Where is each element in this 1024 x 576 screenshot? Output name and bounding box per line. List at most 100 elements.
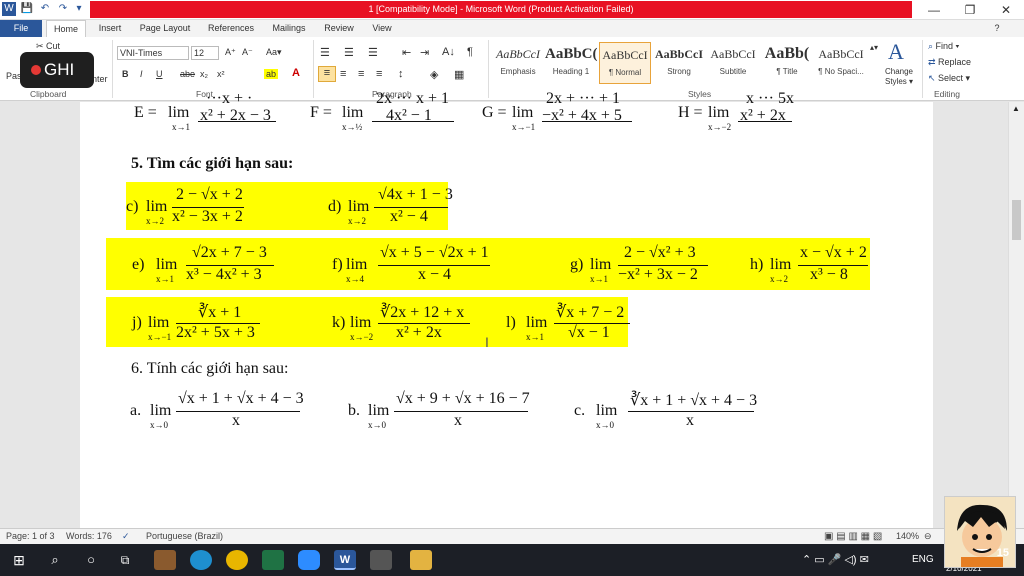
word-taskbar-icon[interactable]: W: [334, 550, 356, 570]
ribbon-tabs: File Home Insert Page Layout References …: [0, 20, 1024, 37]
borders-icon[interactable]: ▦: [454, 68, 464, 81]
chrome-browser-icon[interactable]: [226, 550, 248, 570]
clipboard-label: Clipboard: [30, 89, 67, 99]
tab-file[interactable]: File: [0, 20, 42, 37]
align-center-icon[interactable]: ≡: [340, 68, 346, 80]
presenter-avatar: 15: [944, 496, 1016, 568]
italic-button[interactable]: I: [140, 69, 143, 79]
save-icon[interactable]: 💾: [20, 2, 34, 16]
style-no-spacing[interactable]: AaBbCcI ¶ No Spaci...: [815, 42, 867, 84]
file-explorer-icon[interactable]: [410, 550, 432, 570]
cortana-icon[interactable]: ○: [80, 550, 102, 570]
styles-label: Styles: [688, 89, 712, 99]
font-color-icon[interactable]: A: [292, 67, 300, 79]
customize-qat-icon[interactable]: ▾: [72, 2, 86, 16]
sort-icon[interactable]: A↓: [442, 46, 455, 58]
tab-page-layout[interactable]: Page Layout: [136, 20, 194, 37]
zoom-out-icon[interactable]: ⊖: [924, 531, 932, 542]
change-case-button[interactable]: Aa▾: [266, 47, 282, 58]
style-heading-1[interactable]: AaBbC(Heading 1: [545, 42, 597, 84]
justify-icon[interactable]: ≡: [376, 68, 382, 80]
style-emphasis[interactable]: AaBbCcI Emphasis: [492, 42, 544, 84]
shading-icon[interactable]: ◈: [430, 68, 438, 81]
section-6-heading: 6. Tính các giới hạn sau:: [131, 360, 289, 377]
decrease-indent-icon[interactable]: ⇤: [402, 46, 411, 59]
underline-button[interactable]: U: [156, 69, 163, 79]
superscript-button[interactable]: x²: [217, 69, 225, 79]
style-normal[interactable]: AaBbCcI ¶ Normal: [599, 42, 651, 84]
tab-insert[interactable]: Insert: [94, 20, 126, 37]
style-strong[interactable]: AaBbCcI Strong: [653, 42, 705, 84]
view-buttons[interactable]: ▣ ▤ ▥ ▦ ▧: [824, 531, 882, 542]
windows-start-icon[interactable]: ⊞: [8, 550, 30, 570]
redo-icon[interactable]: ↷: [56, 2, 70, 16]
excel-app-icon[interactable]: [262, 550, 284, 570]
ribbon: ✂ Cut Pas nter Clipboard VNI-Times 12 A⁺…: [0, 37, 1024, 101]
photos-app-icon[interactable]: [154, 550, 176, 570]
change-styles-button[interactable]: Change Styles ▾: [880, 67, 918, 87]
text-cursor-icon: I: [485, 334, 489, 350]
zoom-app-icon[interactable]: [298, 550, 320, 570]
numbering-icon[interactable]: ☰: [344, 46, 354, 59]
document-page[interactable]: E = lim x→1 ···x + · x² + 2x − 3 F = lim x…: [80, 90, 933, 528]
select-button[interactable]: ↖ Select ▾: [928, 73, 970, 84]
tab-references[interactable]: References: [202, 20, 260, 37]
shrink-font-button[interactable]: A⁻: [242, 47, 253, 58]
font-size-select[interactable]: 12: [191, 46, 219, 60]
close-button[interactable]: ✕: [988, 0, 1024, 20]
vertical-scrollbar[interactable]: ▲: [1008, 102, 1024, 528]
title-bar: W 💾 ↶ ↷ ▾ 1 [Compatibility Mode] - Micro…: [0, 0, 1024, 20]
style-subtitle[interactable]: AaBbCcI Subtitle: [707, 42, 759, 84]
highlight-color-icon[interactable]: ab: [264, 69, 279, 79]
proofing-icon[interactable]: ✓: [122, 531, 130, 542]
format-painter-button[interactable]: nter: [92, 74, 108, 84]
scroll-thumb[interactable]: [1012, 200, 1021, 240]
recording-indicator[interactable]: GHI: [20, 52, 94, 88]
search-icon[interactable]: ⌕: [44, 550, 66, 570]
document-area: E = lim x→1 ···x + · x² + 2x − 3 F = lim x…: [0, 90, 1024, 528]
zoom-level[interactable]: 140%: [896, 531, 919, 541]
paint-app-icon[interactable]: [370, 550, 392, 570]
minimize-button[interactable]: —: [916, 0, 952, 20]
jersey-number: 15: [996, 547, 1009, 559]
tab-mailings[interactable]: Mailings: [266, 20, 312, 37]
style-title[interactable]: AaBb(¶ Title: [761, 42, 813, 84]
align-right-icon[interactable]: ≡: [358, 68, 364, 80]
line-spacing-icon[interactable]: ↕: [398, 68, 404, 80]
task-view-icon[interactable]: ⧉: [114, 550, 136, 570]
multilevel-list-icon[interactable]: ☰: [368, 46, 378, 59]
grow-font-button[interactable]: A⁺: [225, 47, 236, 58]
input-language[interactable]: ENG: [912, 550, 942, 570]
window-title: 1 [Compatibility Mode] - Microsoft Word …: [90, 1, 912, 18]
replace-button[interactable]: ⇄ Replace: [928, 57, 971, 68]
system-tray[interactable]: ⌃ ▭ 🎤 ◁) ✉: [802, 550, 922, 570]
tab-view[interactable]: View: [366, 20, 398, 37]
align-left-icon[interactable]: ≡: [318, 66, 336, 82]
font-family-select[interactable]: VNI-Times: [117, 46, 189, 60]
cut-button[interactable]: ✂ Cut: [36, 41, 60, 52]
status-bar: Page: 1 of 3 Words: 176 ✓ Portuguese (Br…: [0, 528, 1024, 544]
help-icon[interactable]: ?: [990, 20, 1004, 37]
bullets-icon[interactable]: ☰: [320, 46, 330, 59]
change-styles-icon[interactable]: A: [888, 39, 904, 65]
restore-button[interactable]: ❐: [952, 0, 988, 20]
page-count[interactable]: Page: 1 of 3: [6, 531, 55, 541]
find-button[interactable]: ⌕ Find ▾: [928, 41, 959, 52]
show-marks-icon[interactable]: ¶: [467, 46, 473, 58]
edge-browser-icon[interactable]: [190, 550, 212, 570]
bold-button[interactable]: B: [122, 69, 129, 79]
strikethrough-button[interactable]: abe: [180, 69, 195, 79]
editing-label: Editing: [934, 89, 960, 99]
record-dot-icon: [31, 65, 41, 75]
section-5-heading: 5. Tìm các giới hạn sau:: [131, 155, 294, 172]
increase-indent-icon[interactable]: ⇥: [420, 46, 429, 59]
word-count[interactable]: Words: 176: [66, 531, 112, 541]
tab-review[interactable]: Review: [320, 20, 358, 37]
subscript-button[interactable]: x₂: [200, 69, 208, 79]
scroll-up-icon[interactable]: ▲: [1012, 104, 1020, 113]
language-indicator[interactable]: Portuguese (Brazil): [146, 531, 223, 541]
tab-home[interactable]: Home: [46, 20, 86, 37]
word-app-icon[interactable]: W: [2, 2, 16, 16]
styles-scroll-icon[interactable]: ▴▾: [870, 43, 878, 52]
undo-icon[interactable]: ↶: [38, 2, 52, 16]
